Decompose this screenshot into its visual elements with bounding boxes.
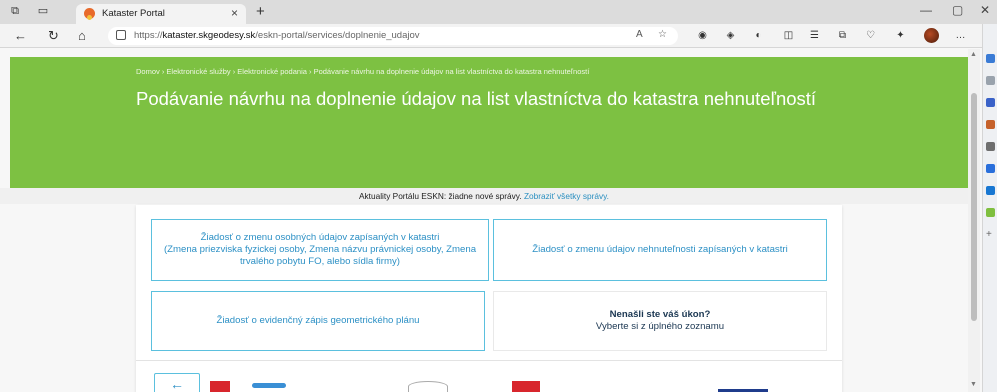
- home-icon[interactable]: ⌂: [78, 28, 86, 43]
- card-title: Žiadosť o zmenu osobných údajov zapísaný…: [200, 232, 440, 243]
- footer-logo-2[interactable]: [252, 383, 286, 388]
- sidebar-search-icon[interactable]: [986, 54, 995, 63]
- address-bar-row: ← ↻ ⌂ https://kataster.skgeodesy.sk/eskn…: [0, 24, 997, 48]
- browser-tab-bar: ⧉ ▭ Kataster Portal × + — ▢ ✕: [0, 0, 997, 24]
- browser-tab[interactable]: Kataster Portal ×: [76, 4, 246, 24]
- page-content: Domov › Elektronické služby › Elektronic…: [0, 49, 968, 392]
- sidebar-add-icon[interactable]: +: [986, 230, 995, 240]
- url-field[interactable]: https://kataster.skgeodesy.sk/eskn-porta…: [108, 27, 678, 45]
- news-link[interactable]: Zobraziť všetky správy.: [524, 191, 609, 201]
- edge-sidebar: +: [982, 24, 997, 392]
- footer-logo-4[interactable]: [512, 381, 540, 392]
- divider: [136, 360, 842, 361]
- footer-logos: [0, 377, 968, 392]
- read-aloud-icon[interactable]: A: [636, 29, 643, 40]
- more-menu-icon[interactable]: …: [954, 29, 967, 42]
- collections-icon[interactable]: ⧉: [836, 29, 849, 42]
- sidebar-games-icon[interactable]: [986, 120, 995, 129]
- close-window-icon[interactable]: ✕: [980, 3, 990, 17]
- scroll-down-icon[interactable]: ▼: [970, 381, 977, 388]
- sidebar-office-icon[interactable]: [986, 164, 995, 173]
- card-title: Nenašli ste váš úkon?: [609, 309, 711, 320]
- sidebar-people-icon[interactable]: [986, 142, 995, 151]
- new-tab-button[interactable]: +: [256, 3, 265, 20]
- footer-logo-1[interactable]: [210, 381, 230, 392]
- back-nav-icon[interactable]: ←: [14, 28, 27, 43]
- tab-close-icon[interactable]: ×: [231, 6, 238, 20]
- page-scrollbar[interactable]: ▲ ▼: [968, 49, 980, 392]
- kataster-favicon-icon: [84, 8, 95, 20]
- footer-logo-3[interactable]: [408, 381, 448, 392]
- url-text: https://kataster.skgeodesy.sk/eskn-porta…: [134, 30, 420, 41]
- sidebar-outlook-icon[interactable]: [986, 186, 995, 195]
- page-title: Podávanie návrhu na doplnenie údajov na …: [136, 88, 817, 109]
- extension-2-icon[interactable]: ◈: [724, 29, 737, 42]
- tab-title: Kataster Portal: [102, 8, 165, 19]
- news-text: Aktuality Portálu ESKN: žiadne nové sprá…: [359, 191, 522, 201]
- card-subtitle: Vyberte si z úplného zoznamu: [595, 321, 725, 332]
- extension-icon[interactable]: ◉: [696, 29, 709, 42]
- sidebar-shopping-icon[interactable]: [986, 76, 995, 85]
- card-title: Žiadosť o zmenu údajov nehnuteľnosti zap…: [532, 244, 788, 255]
- lock-icon: [116, 30, 126, 40]
- workspaces-icon[interactable]: ⧉: [8, 4, 22, 18]
- scroll-up-icon[interactable]: ▲: [970, 51, 977, 58]
- page-header-banner: Domov › Elektronické služby › Elektronic…: [10, 57, 968, 188]
- sidebar-tools-icon[interactable]: [986, 98, 995, 107]
- browser-essentials-icon[interactable]: ♡: [864, 29, 877, 42]
- news-bar: Aktuality Portálu ESKN: žiadne nové sprá…: [0, 188, 968, 204]
- services-panel: Žiadosť o zmenu osobných údajov zapísaný…: [136, 205, 842, 392]
- card-full-list[interactable]: Nenašli ste váš úkon? Vyberte si z úplné…: [493, 291, 827, 351]
- scroll-thumb[interactable]: [971, 93, 977, 321]
- reload-icon[interactable]: ↻: [48, 28, 59, 44]
- minimize-icon[interactable]: —: [920, 3, 932, 17]
- card-title: Žiadosť o evidenčný zápis geometrického …: [216, 315, 420, 326]
- tab-actions-icon[interactable]: ▭: [36, 4, 50, 18]
- favorites-icon[interactable]: ☰: [808, 29, 821, 42]
- restore-icon[interactable]: ▢: [952, 3, 963, 17]
- card-personal-data-change[interactable]: Žiadosť o zmenu osobných údajov zapísaný…: [151, 219, 489, 281]
- card-subtitle: (Zmena priezviska fyzickej osoby, Zmena …: [163, 244, 477, 267]
- sidebar-drop-icon[interactable]: [986, 208, 995, 217]
- card-geometric-plan[interactable]: Žiadosť o evidenčný zápis geometrického …: [151, 291, 485, 351]
- copilot-icon[interactable]: ✦: [894, 29, 907, 42]
- profile-avatar[interactable]: [924, 28, 939, 43]
- favorite-star-icon[interactable]: ☆: [658, 29, 667, 40]
- extension-3-icon[interactable]: ◐: [752, 29, 765, 42]
- breadcrumb[interactable]: Domov › Elektronické služby › Elektronic…: [136, 67, 589, 76]
- split-screen-icon[interactable]: ◫: [782, 29, 795, 42]
- card-property-data-change[interactable]: Žiadosť o zmenu údajov nehnuteľnosti zap…: [493, 219, 827, 281]
